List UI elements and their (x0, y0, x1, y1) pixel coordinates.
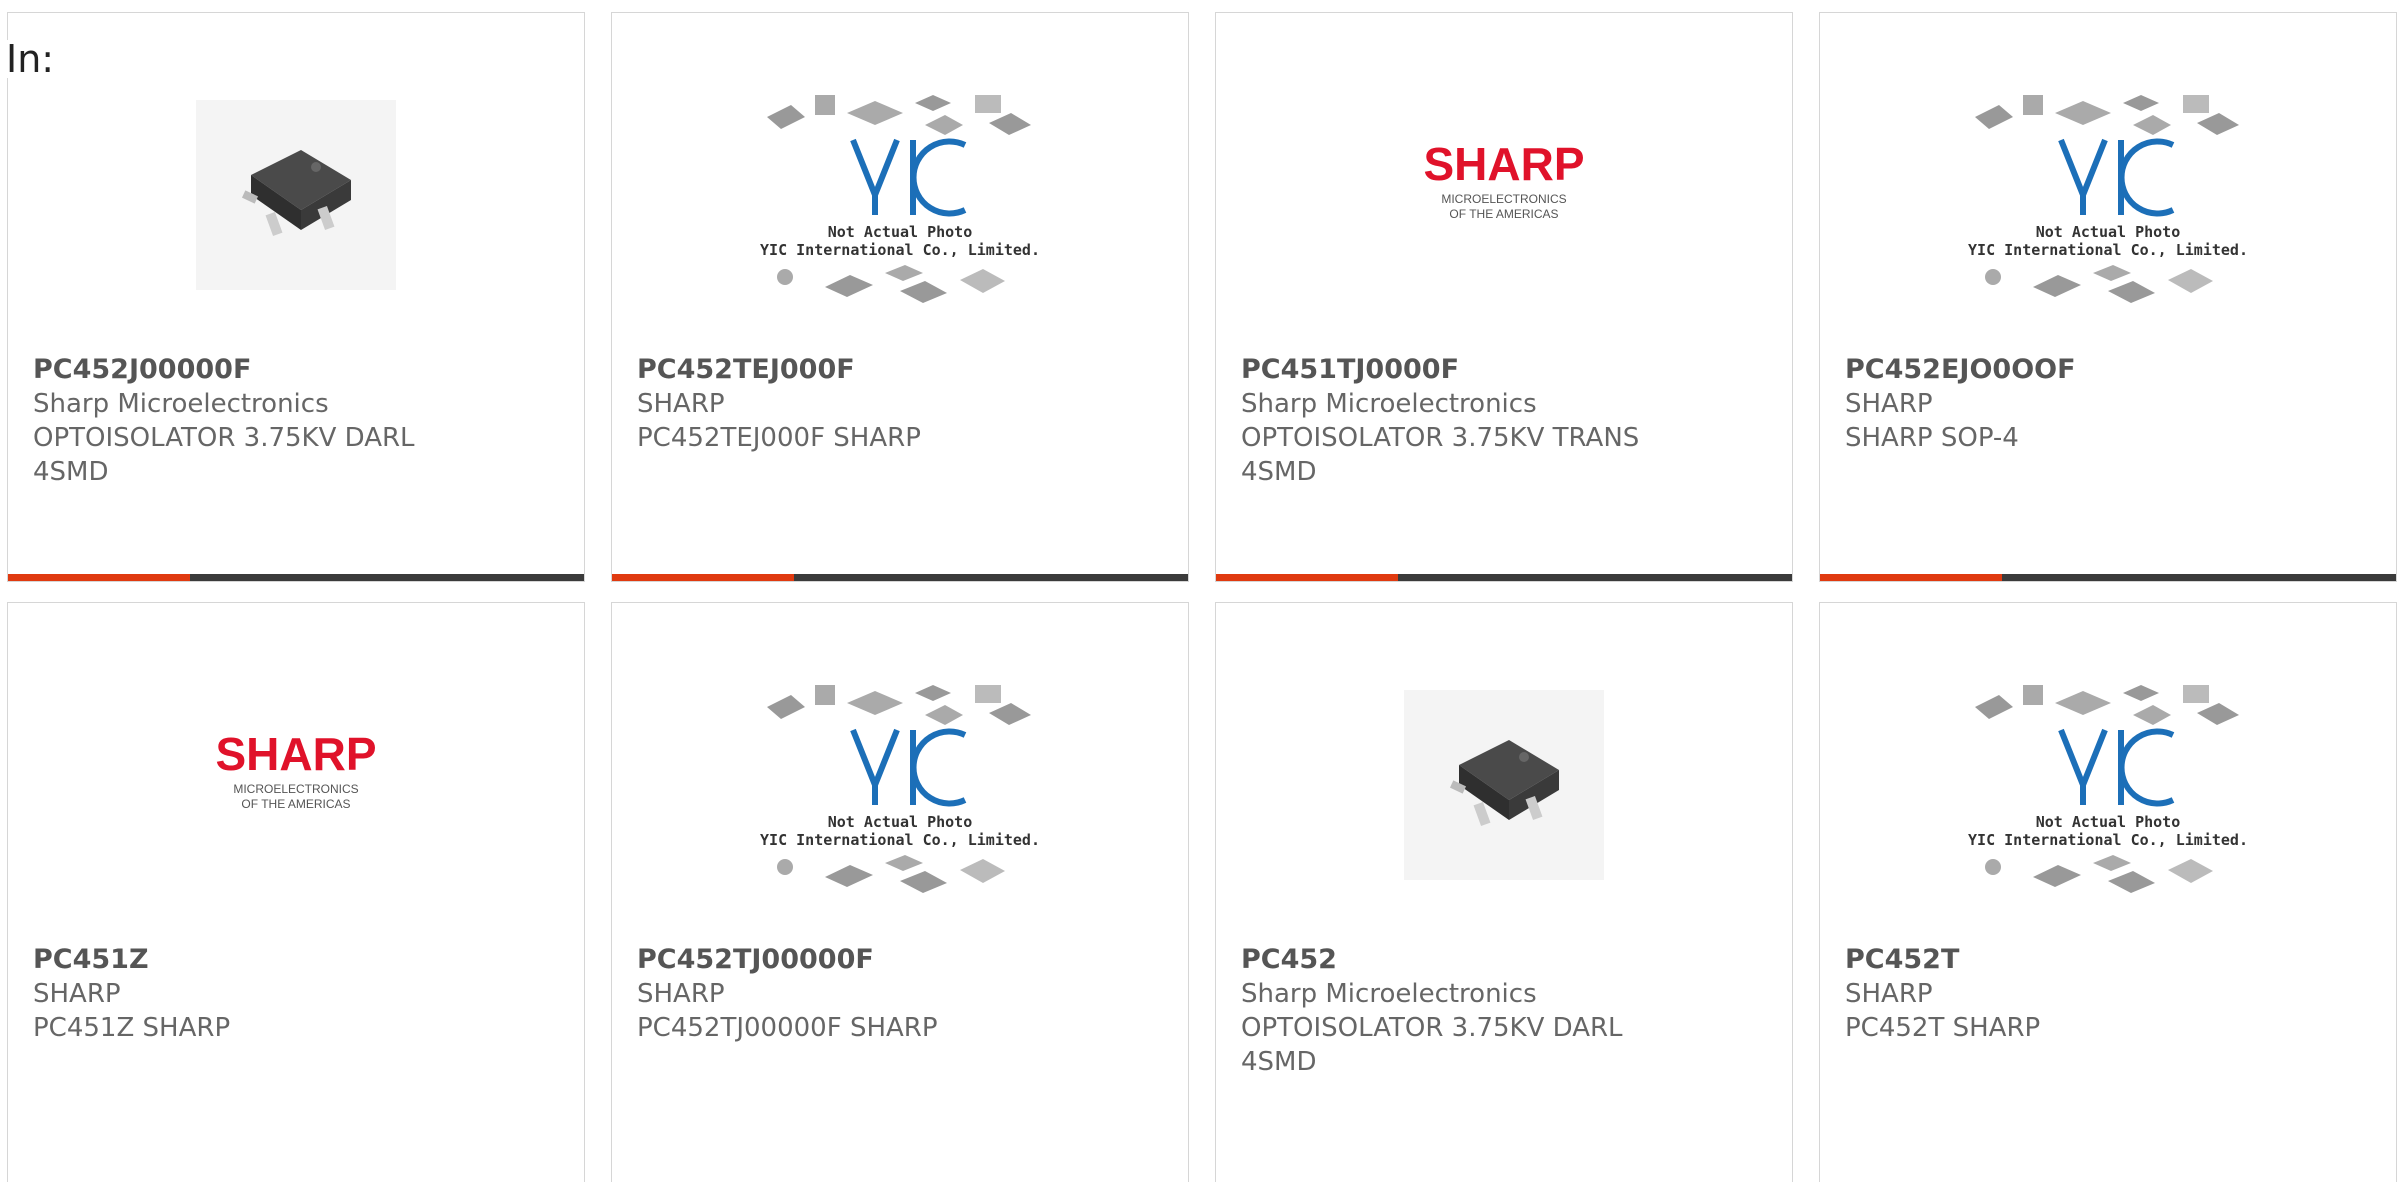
manufacturer: SHARP (1845, 979, 1933, 1009)
part-number[interactable]: PC451Z (33, 943, 564, 977)
part-number[interactable]: PC452 (1241, 943, 1772, 977)
svg-text:SHARP: SHARP (215, 728, 376, 780)
svg-text:MICROELECTRONICS: MICROELECTRONICS (1441, 192, 1566, 206)
svg-text:YIC International Co., Limited: YIC International Co., Limited. (760, 831, 1040, 849)
product-card[interactable]: SHARP MICROELECTRONICS OF THE AMERICAS P… (1215, 12, 1793, 582)
card-bar-accent (8, 574, 190, 581)
manufacturer: Sharp Microelectronics (1241, 389, 1537, 419)
manufacturer: SHARP (33, 979, 121, 1009)
yic-placeholder-icon: Not Actual Photo YIC International Co., … (760, 95, 1040, 303)
description: PC452T SHARP (1845, 1013, 2041, 1043)
svg-text:YIC International Co., Limited: YIC International Co., Limited. (1968, 241, 2248, 259)
product-image[interactable]: Not Actual Photo YIC International Co., … (755, 645, 1045, 905)
part-number[interactable]: PC452TJ00000F (637, 943, 1168, 977)
product-image[interactable] (1359, 645, 1649, 905)
chip-photo-icon (1404, 690, 1604, 880)
product-card[interactable]: Not Actual Photo YIC International Co., … (611, 602, 1189, 1182)
svg-text:Not Actual Photo: Not Actual Photo (828, 813, 973, 831)
svg-text:YIC International Co., Limited: YIC International Co., Limited. (1968, 831, 2248, 849)
product-image[interactable] (151, 55, 441, 315)
description: OPTOISOLATOR 3.75KV DARL 4SMD (33, 423, 415, 487)
card-bar (612, 574, 1188, 581)
product-card[interactable]: Not Actual Photo YIC International Co., … (611, 12, 1189, 582)
part-number[interactable]: PC452J00000F (33, 353, 564, 387)
part-number[interactable]: PC452T (1845, 943, 2376, 977)
card-bar (8, 574, 584, 581)
sharp-logo-icon: SHARP MICROELECTRONICS OF THE AMERICAS (1423, 138, 1584, 221)
manufacturer: SHARP (1845, 389, 1933, 419)
product-card[interactable]: PC452 Sharp Microelectronics OPTOISOLATO… (1215, 602, 1793, 1182)
product-image[interactable]: SHARP MICROELECTRONICS OF THE AMERICAS (1359, 55, 1649, 315)
chip-photo-icon (196, 100, 396, 290)
svg-text:Not Actual Photo: Not Actual Photo (828, 223, 973, 241)
product-card[interactable]: Not Actual Photo YIC International Co., … (1819, 12, 2397, 582)
sharp-logo-icon: SHARP MICROELECTRONICS OF THE AMERICAS (215, 728, 376, 811)
product-card[interactable]: PC452J00000F Sharp Microelectronics OPTO… (7, 12, 585, 582)
part-number[interactable]: PC452TEJ000F (637, 353, 1168, 387)
svg-text:Not Actual Photo: Not Actual Photo (2036, 223, 2181, 241)
in-heading: In: (6, 37, 55, 81)
card-bar-accent (1216, 574, 1398, 581)
manufacturer: SHARP (637, 389, 725, 419)
svg-text:OF THE AMERICAS: OF THE AMERICAS (241, 797, 350, 811)
description: PC451Z SHARP (33, 1013, 231, 1043)
part-number[interactable]: PC452EJO0OOF (1845, 353, 2376, 387)
manufacturer: SHARP (637, 979, 725, 1009)
manufacturer: Sharp Microelectronics (33, 389, 329, 419)
product-card[interactable]: Not Actual Photo YIC International Co., … (1819, 602, 2397, 1182)
card-bar (1820, 574, 2396, 581)
product-card[interactable]: SHARP MICROELECTRONICS OF THE AMERICAS P… (7, 602, 585, 1182)
svg-text:Not Actual Photo: Not Actual Photo (2036, 813, 2181, 831)
description: SHARP SOP-4 (1845, 423, 2019, 453)
product-image[interactable]: Not Actual Photo YIC International Co., … (1963, 645, 2253, 905)
description: PC452TJ00000F SHARP (637, 1013, 938, 1043)
product-image[interactable]: SHARP MICROELECTRONICS OF THE AMERICAS (151, 645, 441, 905)
description: OPTOISOLATOR 3.75KV DARL 4SMD (1241, 1013, 1623, 1077)
description: OPTOISOLATOR 3.75KV TRANS 4SMD (1241, 423, 1640, 487)
card-bar-accent (612, 574, 794, 581)
svg-text:SHARP: SHARP (1423, 138, 1584, 190)
description: PC452TEJ000F SHARP (637, 423, 921, 453)
product-image[interactable]: Not Actual Photo YIC International Co., … (1963, 55, 2253, 315)
manufacturer: Sharp Microelectronics (1241, 979, 1537, 1009)
card-bar-accent (1820, 574, 2002, 581)
card-bar (1216, 574, 1792, 581)
part-number[interactable]: PC451TJ0000F (1241, 353, 1772, 387)
svg-text:MICROELECTRONICS: MICROELECTRONICS (233, 782, 358, 796)
product-image[interactable]: Not Actual Photo YIC International Co., … (755, 55, 1045, 315)
svg-text:YIC International Co., Limited: YIC International Co., Limited. (760, 241, 1040, 259)
svg-text:OF THE AMERICAS: OF THE AMERICAS (1449, 207, 1558, 221)
yic-placeholder-icon: Not Actual Photo YIC International Co., … (760, 685, 1040, 893)
yic-placeholder-icon: Not Actual Photo YIC International Co., … (1968, 685, 2248, 893)
yic-placeholder-icon: Not Actual Photo YIC International Co., … (1968, 95, 2248, 303)
